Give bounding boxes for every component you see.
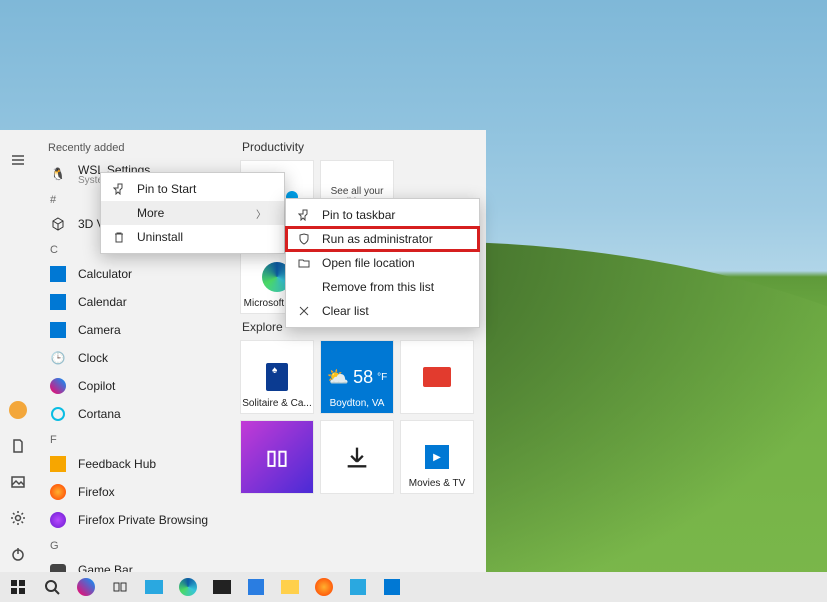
ctx-label: Remove from this list <box>322 280 434 294</box>
start-button[interactable] <box>4 573 32 601</box>
folder-icon <box>296 257 312 269</box>
pictures-icon[interactable] <box>0 464 36 500</box>
ctx-label: Pin to taskbar <box>322 208 395 222</box>
chevron-right-icon: 〉 <box>256 206 266 221</box>
tile-label: Solitaire & Ca... <box>241 398 313 409</box>
calculator-icon <box>48 266 68 282</box>
ctx-pin-to-start[interactable]: Pin to Start <box>101 177 284 201</box>
settings-icon[interactable] <box>0 500 36 536</box>
taskbar-store[interactable] <box>378 573 406 601</box>
nav-menu-icon[interactable] <box>0 142 36 178</box>
taskbar-task-view[interactable] <box>106 573 134 601</box>
camera-icon <box>48 322 68 338</box>
tile-news[interactable] <box>400 340 474 414</box>
app-label: Firefox Private Browsing <box>78 513 208 527</box>
cortana-icon <box>48 407 68 421</box>
ctx-clear-list[interactable]: Clear list <box>286 299 479 323</box>
taskbar-file-explorer[interactable] <box>276 573 304 601</box>
app-label: Camera <box>78 323 121 337</box>
app-calendar[interactable]: Calendar <box>36 288 236 316</box>
penguin-icon: 🐧 <box>48 167 68 181</box>
cube-icon <box>48 216 68 232</box>
app-label: Firefox <box>78 485 115 499</box>
power-icon[interactable] <box>0 536 36 572</box>
app-camera[interactable]: Camera <box>36 316 236 344</box>
taskbar <box>0 572 827 602</box>
weather-temp: 58 <box>353 367 373 388</box>
tiles-group-productivity[interactable]: Productivity <box>242 140 476 154</box>
tile-weather[interactable]: ⛅ 58 °F Boydton, VA <box>320 340 394 414</box>
copilot-icon <box>48 378 68 394</box>
pin-icon <box>111 183 127 195</box>
recently-added-header: Recently added <box>36 138 236 160</box>
app-cortana[interactable]: Cortana <box>36 400 236 428</box>
documents-icon[interactable] <box>0 428 36 464</box>
cloud-icon: ⛅ <box>327 367 349 388</box>
app-label: Feedback Hub <box>78 457 156 471</box>
ctx-label: Open file location <box>322 256 415 270</box>
app-copilot[interactable]: Copilot <box>36 372 236 400</box>
app-game-bar[interactable]: Game Bar <box>36 556 236 572</box>
ctx-pin-to-taskbar[interactable]: Pin to taskbar <box>286 203 479 227</box>
app-clock[interactable]: 🕒 Clock <box>36 344 236 372</box>
app-label: Game Bar <box>78 563 133 572</box>
app-label: Cortana <box>78 407 121 421</box>
app-label: Copilot <box>78 379 115 393</box>
taskbar-photos[interactable] <box>344 573 372 601</box>
letter-header-f[interactable]: F <box>36 428 236 450</box>
calendar-icon <box>48 294 68 310</box>
ctx-run-as-administrator[interactable]: Run as administrator <box>286 227 479 251</box>
ctx-label: More <box>137 206 164 220</box>
firefox-private-icon <box>48 512 68 528</box>
ctx-label: Uninstall <box>137 230 183 244</box>
clock-icon: 🕒 <box>48 351 68 365</box>
ctx-more[interactable]: More 〉 <box>101 201 284 225</box>
ctx-open-file-location[interactable]: Open file location <box>286 251 479 275</box>
trash-icon <box>111 231 127 243</box>
user-account-icon[interactable] <box>0 392 36 428</box>
start-rail <box>0 130 36 572</box>
tile-label: Movies & TV <box>401 478 473 489</box>
taskbar-app-1[interactable] <box>140 573 168 601</box>
context-menu-app: Pin to Start More 〉 Uninstall <box>100 172 285 254</box>
search-button[interactable] <box>38 573 66 601</box>
taskbar-copilot[interactable] <box>72 573 100 601</box>
app-feedback-hub[interactable]: Feedback Hub <box>36 450 236 478</box>
shield-icon <box>296 233 312 245</box>
tile-download[interactable] <box>320 420 394 494</box>
tile-dolby[interactable]: ▯▯ <box>240 420 314 494</box>
letter-header-g[interactable]: G <box>36 534 236 556</box>
firefox-icon <box>48 484 68 500</box>
tile-solitaire[interactable]: ♠ Solitaire & Ca... <box>240 340 314 414</box>
pin-icon <box>296 209 312 221</box>
app-label: Calculator <box>78 267 132 281</box>
tile-label: Boydton, VA <box>321 398 393 409</box>
taskbar-terminal[interactable] <box>208 573 236 601</box>
ctx-label: Pin to Start <box>137 182 196 196</box>
ctx-remove-from-list[interactable]: Remove from this list <box>286 275 479 299</box>
context-menu-more: Pin to taskbar Run as administrator Open… <box>285 198 480 328</box>
ctx-uninstall[interactable]: Uninstall <box>101 225 284 249</box>
taskbar-firefox[interactable] <box>310 573 338 601</box>
app-label: Calendar <box>78 295 127 309</box>
app-firefox-private[interactable]: Firefox Private Browsing <box>36 506 236 534</box>
ctx-label: Clear list <box>322 304 369 318</box>
app-calculator[interactable]: Calculator <box>36 260 236 288</box>
app-firefox[interactable]: Firefox <box>36 478 236 506</box>
feedback-icon <box>48 456 68 472</box>
taskbar-vscode[interactable] <box>242 573 270 601</box>
taskbar-edge[interactable] <box>174 573 202 601</box>
weather-unit: °F <box>377 372 387 383</box>
close-icon <box>296 305 312 317</box>
gamebar-icon <box>48 564 68 572</box>
app-label: Clock <box>78 351 108 365</box>
tile-movies-tv[interactable]: ▶ Movies & TV <box>400 420 474 494</box>
ctx-label: Run as administrator <box>322 232 433 246</box>
